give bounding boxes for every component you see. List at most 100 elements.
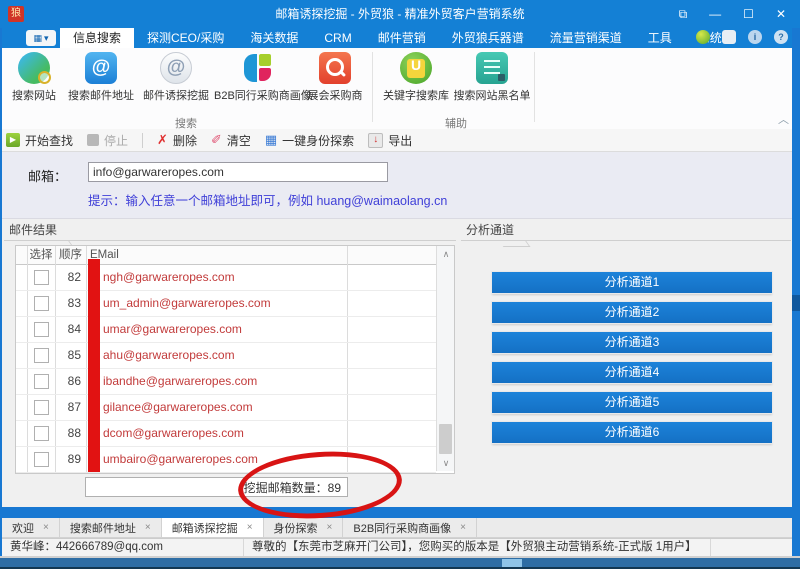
minimize-icon[interactable]: —	[709, 0, 721, 28]
analysis-section-label: 分析通道	[463, 221, 517, 238]
row-order: 86	[55, 368, 81, 394]
ribbon-email-mining-button[interactable]: @ 邮件诱探挖掘	[140, 52, 212, 103]
taskbar-peek-mark	[502, 559, 522, 567]
app-window: 狼 邮箱诱探挖掘 - 外贸狼 - 精准外贸客户营销系统 ⧉ — ☐ ✕ ▦ ▾ …	[0, 0, 800, 569]
analysis-channel-4-button[interactable]: 分析通道4	[492, 362, 772, 383]
play-icon: ▶	[6, 133, 20, 147]
app-grid-icon: ▦	[33, 33, 42, 44]
tab-close-icon[interactable]: ×	[460, 522, 466, 533]
email-input[interactable]	[88, 162, 388, 182]
row-checkbox[interactable]	[34, 426, 49, 441]
help-icon[interactable]: ?	[774, 30, 788, 44]
table-row[interactable]: 82 ngh@garwareropes.com	[16, 264, 436, 291]
menu-tab-info-search[interactable]: 信息搜索	[60, 28, 134, 48]
ribbon-b2b-portrait-button[interactable]: B2B同行采购商画像	[214, 52, 302, 103]
doc-tab-email-mining[interactable]: 邮箱诱探挖掘 ×	[162, 518, 264, 537]
row-checkbox[interactable]	[34, 452, 49, 467]
ribbon-button-label: 搜索网站黑名单	[452, 87, 532, 103]
window-controls: ⧉ — ☐ ✕	[679, 0, 786, 28]
ribbon-keyword-library-button[interactable]: 关键字搜索库	[380, 52, 452, 103]
row-email: gilance@garwareropes.com	[103, 394, 253, 420]
maximize-icon[interactable]: ☐	[743, 0, 754, 28]
delete-label: 删除	[173, 132, 197, 149]
redaction-bar-annotation	[88, 259, 100, 472]
scroll-down-icon[interactable]: ∨	[437, 455, 455, 471]
ribbon-button-label: B2B同行采购商画像	[214, 87, 302, 103]
tab-close-icon[interactable]: ×	[145, 522, 151, 533]
tab-close-icon[interactable]: ×	[43, 522, 49, 533]
ribbon-blacklist-button[interactable]: 搜索网站黑名单	[452, 52, 532, 103]
doc-tab-identity[interactable]: 身份探索 ×	[264, 518, 344, 537]
menu-tab-email-marketing[interactable]: 邮件营销	[365, 28, 439, 48]
clear-button[interactable]: ✐ 清空	[211, 132, 251, 149]
info-icon[interactable]: i	[748, 30, 762, 44]
row-order: 84	[55, 316, 81, 342]
ribbon-search-email-button[interactable]: @ 搜索邮件地址	[64, 52, 138, 103]
identity-explore-button[interactable]: ▦ 一键身份探索	[265, 132, 354, 149]
ribbon-group-separator	[372, 52, 373, 122]
app-menu-button[interactable]: ▦ ▾	[26, 30, 56, 46]
close-icon[interactable]: ✕	[776, 0, 786, 28]
menu-tab-traffic[interactable]: 流量营销渠道	[537, 28, 635, 48]
ribbon: 搜索网站 @ 搜索邮件地址 @ 邮件诱探挖掘 B2B同行采购商画像 展会采购商 …	[0, 48, 800, 130]
menu-tab-crm[interactable]: CRM	[311, 28, 364, 48]
ribbon-expo-buyer-button[interactable]: 展会采购商	[304, 52, 366, 103]
ribbon-search-website-button[interactable]: 搜索网站	[6, 52, 62, 103]
scroll-up-icon[interactable]: ∧	[437, 246, 455, 262]
start-search-button[interactable]: ▶ 开始查找	[6, 132, 73, 149]
export-label: 导出	[388, 132, 412, 149]
document-tab-bar: 欢迎 × 搜索邮件地址 × 邮箱诱探挖掘 × 身份探索 × B2B同行采购商画像…	[2, 518, 793, 538]
row-checkbox[interactable]	[34, 348, 49, 363]
row-checkbox[interactable]	[34, 400, 49, 415]
table-scrollbar[interactable]: ∧ ∨	[436, 246, 454, 471]
doc-tab-welcome[interactable]: 欢迎 ×	[2, 518, 60, 537]
scrollbar-thumb[interactable]	[439, 424, 452, 454]
doc-tab-b2b[interactable]: B2B同行采购商画像 ×	[343, 518, 477, 537]
identity-label: 一键身份探索	[282, 132, 354, 149]
row-checkbox[interactable]	[34, 374, 49, 389]
table-row[interactable]: 85 ahu@garwareropes.com	[16, 342, 436, 369]
row-order: 89	[55, 446, 81, 472]
delete-button[interactable]: ✗ 删除	[157, 132, 197, 149]
tab-close-icon[interactable]: ×	[247, 522, 253, 533]
row-checkbox[interactable]	[34, 322, 49, 337]
row-order: 85	[55, 342, 81, 368]
action-toolbar: ▶ 开始查找 停止 ✗ 删除 ✐ 清空 ▦ 一键身份探索 ↓ 导出	[0, 129, 800, 152]
row-order: 87	[55, 394, 81, 420]
table-header-row: 选择 顺序 EMail	[16, 246, 436, 265]
analysis-channel-3-button[interactable]: 分析通道3	[492, 332, 772, 353]
ribbon-button-label: 关键字搜索库	[380, 87, 452, 103]
analysis-channel-6-button[interactable]: 分析通道6	[492, 422, 772, 443]
row-checkbox[interactable]	[34, 270, 49, 285]
analysis-channel-2-button[interactable]: 分析通道2	[492, 302, 772, 323]
section-notch	[499, 240, 531, 247]
row-email: umbairo@garwareropes.com	[103, 446, 258, 472]
stop-button[interactable]: 停止	[87, 132, 128, 149]
b2b-pie-icon	[242, 52, 274, 84]
table-row[interactable]: 86 ibandhe@garwareropes.com	[16, 368, 436, 395]
pin-window-icon[interactable]: ⧉	[679, 0, 688, 28]
tab-close-icon[interactable]: ×	[327, 522, 333, 533]
table-row[interactable]: 83 um_admin@garwareropes.com	[16, 290, 436, 317]
email-hint-text: 提示：输入任意一个邮箱地址即可，例如 huang@waimaolang.cn	[88, 190, 447, 209]
status-license: 尊敬的【东莞市芝麻开门公司】，您购买的版本是【外贸狼主动营销系统-正式版 1用户…	[244, 539, 711, 556]
table-row[interactable]: 88 dcom@garwareropes.com	[16, 420, 436, 447]
row-checkbox[interactable]	[34, 296, 49, 311]
menu-tab-arsenal[interactable]: 外贸狼兵器谱	[439, 28, 537, 48]
skin-globe-icon[interactable]	[696, 30, 710, 44]
menu-tab-customs[interactable]: 海关数据	[237, 28, 311, 48]
email-results-table: 选择 顺序 EMail 82 ngh@garwareropes.com 83 u…	[15, 245, 455, 474]
table-row[interactable]: 87 gilance@garwareropes.com	[16, 394, 436, 421]
menu-right-icons: i ?	[696, 30, 788, 44]
doc-tab-search-email[interactable]: 搜索邮件地址 ×	[60, 518, 162, 537]
table-row[interactable]: 84 umar@garwareropes.com	[16, 316, 436, 343]
feedback-chat-icon[interactable]	[722, 30, 736, 44]
analysis-channel-1-button[interactable]: 分析通道1	[492, 272, 772, 293]
menu-tab-ceo[interactable]: 探测CEO/采购	[134, 28, 237, 48]
analysis-channel-5-button[interactable]: 分析通道5	[492, 392, 772, 413]
stop-label: 停止	[104, 132, 128, 149]
export-button[interactable]: ↓ 导出	[368, 132, 412, 149]
ribbon-button-label: 搜索邮件地址	[64, 87, 138, 103]
ribbon-collapse-icon[interactable]: ︿	[778, 111, 789, 127]
menu-tab-tools[interactable]: 工具	[635, 28, 685, 48]
